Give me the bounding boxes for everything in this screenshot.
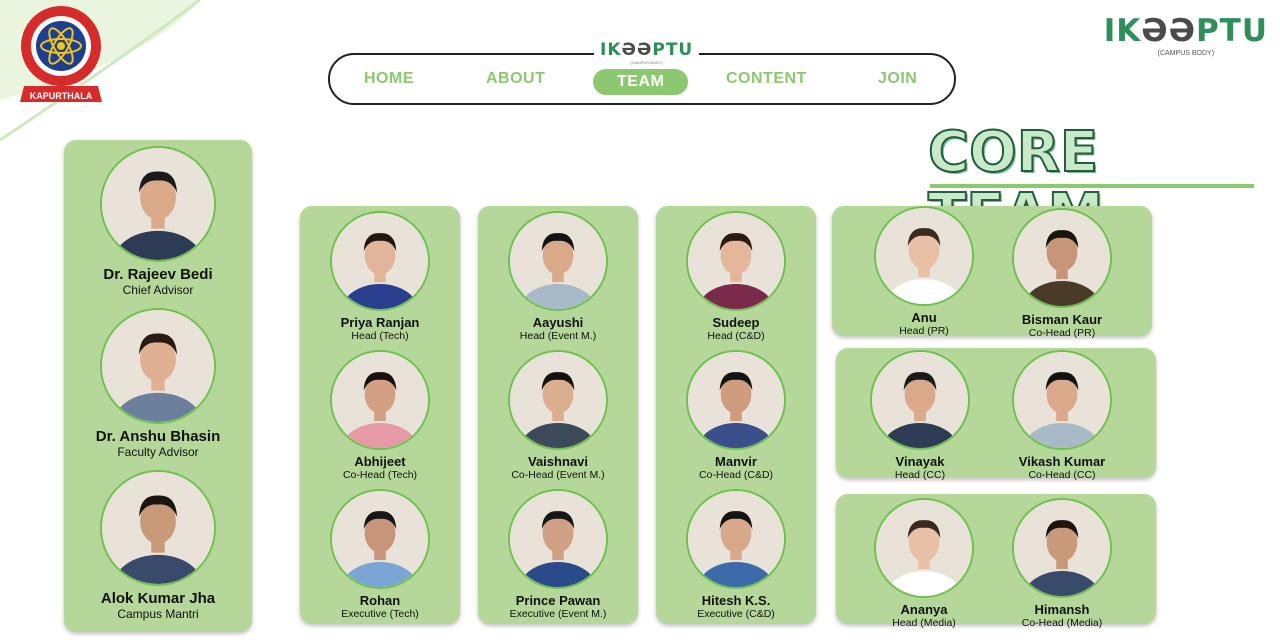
member-photo — [330, 350, 430, 450]
member-name: Priya Ranjan — [340, 315, 420, 330]
title-underline — [930, 184, 1254, 188]
member-role: Co-Head (Tech) — [342, 469, 418, 481]
nav-logo-right: PTU — [652, 40, 694, 60]
member-name: Abhijeet — [354, 454, 406, 469]
nav-logo[interactable]: IKƏƏPTU (CAMPUS BODY) — [594, 40, 700, 65]
member-name: Dr. Rajeev Bedi — [103, 266, 213, 283]
member-role: Co-Head (Event M.) — [511, 469, 605, 481]
college-logo-caption: KAPURTHALA — [29, 91, 93, 101]
nav-logo-mid: ƏƏ — [621, 40, 653, 60]
nav-team[interactable]: TEAM — [593, 69, 689, 95]
member-photo — [686, 211, 786, 311]
nav-about[interactable]: ABOUT — [486, 70, 545, 88]
member-name: Dr. Anshu Bhasin — [95, 428, 221, 445]
member-name: Himansh — [1034, 602, 1090, 617]
member-photo — [508, 211, 608, 311]
member-role: Executive (Tech) — [341, 608, 419, 620]
member-photo — [1012, 208, 1112, 308]
member-role: Chief Advisor — [122, 283, 194, 297]
member-card: Dr. Rajeev Bedi Chief Advisor — [73, 146, 243, 297]
nav-content[interactable]: CONTENT — [726, 70, 807, 88]
member-card: Aayushi Head (Event M.) — [473, 211, 643, 342]
nav-home[interactable]: HOME — [364, 70, 414, 88]
member-role: Executive (Event M.) — [509, 608, 607, 620]
member-photo — [330, 211, 430, 311]
member-role: Co-Head (CC) — [1028, 469, 1096, 481]
member-name: Rohan — [359, 593, 401, 608]
member-role: Head (Tech) — [351, 330, 409, 342]
nav-logo-sub: (CAMPUS BODY) — [630, 60, 663, 65]
member-card: Bisman Kaur Co-Head (PR) — [977, 208, 1147, 339]
member-role: Executive (C&D) — [697, 608, 775, 620]
member-name: Manvir — [715, 454, 757, 469]
member-name: Prince Pawan — [515, 593, 601, 608]
member-card: Rohan Executive (Tech) — [295, 489, 465, 620]
member-name: Hitesh K.S. — [701, 593, 771, 608]
member-card: Manvir Co-Head (C&D) — [651, 350, 821, 481]
member-name: Bisman Kaur — [1021, 312, 1103, 327]
member-name: Vikash Kumar — [1018, 454, 1106, 469]
member-card: Hitesh K.S. Executive (C&D) — [651, 489, 821, 620]
member-photo — [870, 350, 970, 450]
brand-name-right: PTU — [1195, 13, 1268, 49]
member-role: Head (C&D) — [707, 330, 765, 342]
member-card: Vaishnavi Co-Head (Event M.) — [473, 350, 643, 481]
member-photo — [686, 350, 786, 450]
member-photo — [100, 470, 216, 586]
member-photo — [100, 146, 216, 262]
member-photo — [1012, 350, 1112, 450]
member-photo — [874, 206, 974, 306]
member-card: Sudeep Head (C&D) — [651, 211, 821, 342]
brand-logo: IKƏƏPTU (CAMPUS BODY) — [1104, 14, 1268, 57]
member-name: Sudeep — [712, 315, 760, 330]
nav-logo-left: IK — [600, 40, 622, 60]
brand-name-left: IK — [1103, 13, 1142, 49]
member-name: Vaishnavi — [528, 454, 588, 469]
member-name: Alok Kumar Jha — [100, 590, 216, 607]
member-photo — [874, 498, 974, 598]
member-card: Abhijeet Co-Head (Tech) — [295, 350, 465, 481]
member-role: Campus Mantri — [117, 607, 199, 621]
member-card: Dr. Anshu Bhasin Faculty Advisor — [73, 308, 243, 459]
college-logo: KAPURTHALA — [18, 4, 104, 106]
brand-subtitle: (CAMPUS BODY) — [1157, 50, 1215, 57]
member-photo — [508, 489, 608, 589]
member-photo — [508, 350, 608, 450]
member-photo — [686, 489, 786, 589]
member-card: Prince Pawan Executive (Event M.) — [473, 489, 643, 620]
member-role: Co-Head (C&D) — [698, 469, 774, 481]
member-photo — [330, 489, 430, 589]
member-card: Alok Kumar Jha Campus Mantri — [73, 470, 243, 621]
nav-bar: IKƏƏPTU (CAMPUS BODY) HOME ABOUT TEAM CO… — [328, 40, 956, 105]
member-role: Head (Event M.) — [519, 330, 597, 342]
member-role: Co-Head (Media) — [1021, 617, 1103, 629]
member-role: Co-Head (PR) — [1028, 327, 1096, 339]
member-card: Vikash Kumar Co-Head (CC) — [977, 350, 1147, 481]
member-name: Aayushi — [532, 315, 584, 330]
member-card: Himansh Co-Head (Media) — [977, 498, 1147, 629]
brand-name-mid: ƏƏ — [1141, 13, 1196, 49]
nav-join[interactable]: JOIN — [878, 70, 917, 88]
member-photo — [1012, 498, 1112, 598]
member-role: Faculty Advisor — [117, 445, 199, 459]
member-card: Priya Ranjan Head (Tech) — [295, 211, 465, 342]
member-photo — [100, 308, 216, 424]
